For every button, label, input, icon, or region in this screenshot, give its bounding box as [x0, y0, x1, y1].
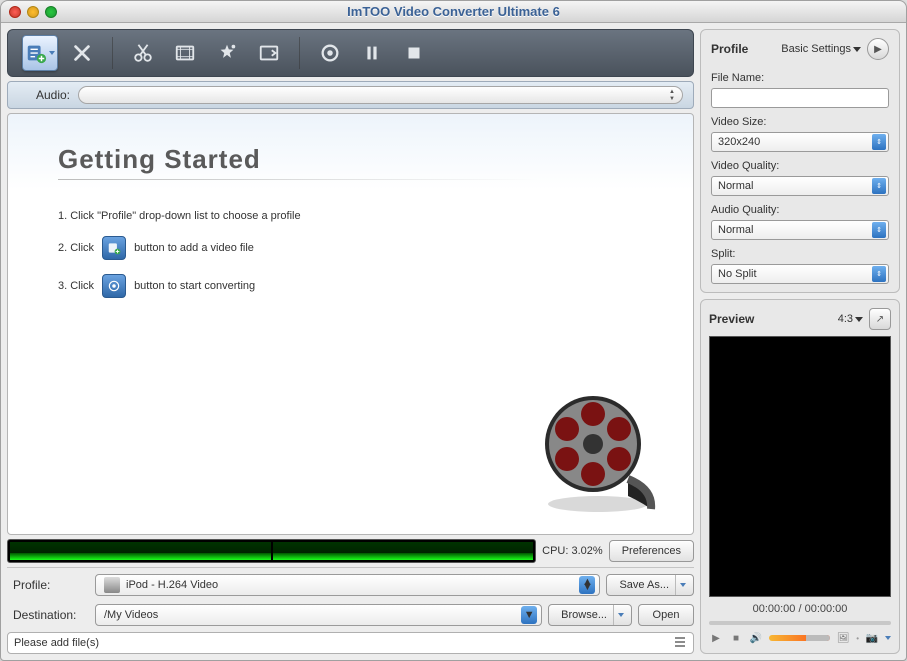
chevron-updown-icon: ⇕ — [872, 178, 886, 194]
preview-title: Preview — [709, 312, 754, 326]
snapshot-folder-button[interactable]: 🖼 — [836, 631, 850, 645]
stop-preview-button[interactable]: ■ — [729, 631, 743, 645]
ipod-icon — [104, 577, 120, 593]
window-title: ImTOO Video Converter Ultimate 6 — [1, 4, 906, 19]
video-size-label: Video Size: — [711, 116, 889, 128]
panel-title-profile: Profile — [711, 42, 748, 56]
split-label: Split: — [711, 248, 889, 260]
audio-select[interactable]: ▲▼ — [78, 86, 683, 104]
volume-icon[interactable]: 🔊 — [749, 631, 763, 645]
chevron-down-icon: ▼ — [521, 606, 537, 624]
getting-started-heading: Getting Started — [58, 144, 643, 175]
file-name-label: File Name: — [711, 72, 889, 84]
audio-quality-label: Audio Quality: — [711, 204, 889, 216]
cpu-graph — [7, 539, 536, 563]
divider — [58, 179, 538, 180]
chevron-updown-icon: ⇕ — [872, 134, 886, 150]
seek-bar[interactable] — [709, 621, 891, 625]
audio-bar: Audio: ▲▼ — [7, 81, 694, 109]
convert-icon — [102, 274, 126, 298]
basic-settings-tab[interactable]: Basic Settings — [781, 43, 861, 55]
record-button[interactable] — [312, 35, 348, 71]
clip-button[interactable] — [125, 35, 161, 71]
preferences-button[interactable]: Preferences — [609, 540, 694, 562]
cpu-usage-label: CPU: 3.02% — [542, 545, 603, 557]
aspect-ratio-select[interactable]: 4:3 — [838, 313, 863, 325]
edit-button[interactable] — [167, 35, 203, 71]
stepper-icon[interactable]: ▲▼ — [666, 88, 678, 102]
split-select[interactable]: No Split ⇕ — [711, 264, 889, 284]
video-quality-label: Video Quality: — [711, 160, 889, 172]
audio-quality-select[interactable]: Normal ⇕ — [711, 220, 889, 240]
browse-button[interactable]: Browse... — [548, 604, 632, 626]
step-1: 1. Click "Profile" drop-down list to cho… — [58, 210, 643, 222]
list-view-icon[interactable] — [673, 635, 687, 652]
status-text: Please add file(s) — [14, 637, 99, 649]
profile-select[interactable]: iPod - H.264 Video ▲▼ — [95, 574, 600, 596]
profile-label: Profile: — [7, 578, 89, 592]
content-area: Getting Started 1. Click "Profile" drop-… — [7, 113, 694, 535]
chevron-down-icon — [49, 51, 55, 55]
main-toolbar — [7, 29, 694, 77]
profile-value: iPod - H.264 Video — [126, 579, 579, 591]
chevron-updown-icon: ⇕ — [872, 266, 886, 282]
app-window: ImTOO Video Converter Ultimate 6 — [0, 0, 907, 661]
delete-button[interactable] — [64, 35, 100, 71]
chevron-down-icon[interactable] — [613, 605, 627, 625]
titlebar: ImTOO Video Converter Ultimate 6 — [1, 1, 906, 23]
add-file-button[interactable] — [22, 35, 58, 71]
file-name-input[interactable] — [711, 88, 889, 108]
chevron-down-icon[interactable] — [675, 575, 689, 595]
stop-button[interactable] — [396, 35, 432, 71]
volume-slider[interactable] — [769, 635, 830, 641]
merge-button[interactable] — [251, 35, 287, 71]
destination-label: Destination: — [7, 608, 89, 622]
preview-panel: Preview 4:3 ↗ 00:00:00 / 00:00:00 ▶ ■ 🔊 … — [700, 299, 900, 654]
add-file-icon — [102, 236, 126, 260]
destination-select[interactable]: /My Videos ▼ — [95, 604, 542, 626]
video-quality-select[interactable]: Normal ⇕ — [711, 176, 889, 196]
effects-button[interactable] — [209, 35, 245, 71]
profile-panel: Profile Basic Settings ▶ File Name: Vide… — [700, 29, 900, 293]
audio-label: Audio: — [18, 88, 70, 102]
step-2: 2. Click button to add a video file — [58, 236, 643, 260]
save-as-button[interactable]: Save As... — [606, 574, 694, 596]
toolbar-separator — [112, 37, 113, 69]
chevron-updown-icon: ▲▼ — [579, 576, 595, 594]
film-reel-icon — [533, 384, 663, 514]
snapshot-button[interactable]: 📷 — [865, 631, 879, 645]
chevron-down-icon[interactable] — [885, 636, 891, 640]
play-button[interactable]: ▶ — [709, 631, 723, 645]
preview-time: 00:00:00 / 00:00:00 — [709, 603, 891, 615]
destination-value: /My Videos — [104, 609, 521, 621]
toolbar-separator — [299, 37, 300, 69]
chevron-updown-icon: ⇕ — [872, 222, 886, 238]
preview-screen — [709, 336, 891, 597]
next-page-button[interactable]: ▶ — [867, 38, 889, 60]
step-3: 3. Click button to start converting — [58, 274, 643, 298]
pause-button[interactable] — [354, 35, 390, 71]
video-size-select[interactable]: 320x240 ⇕ — [711, 132, 889, 152]
popout-button[interactable]: ↗ — [869, 308, 891, 330]
open-button[interactable]: Open — [638, 604, 694, 626]
status-bar: Please add file(s) — [7, 632, 694, 654]
